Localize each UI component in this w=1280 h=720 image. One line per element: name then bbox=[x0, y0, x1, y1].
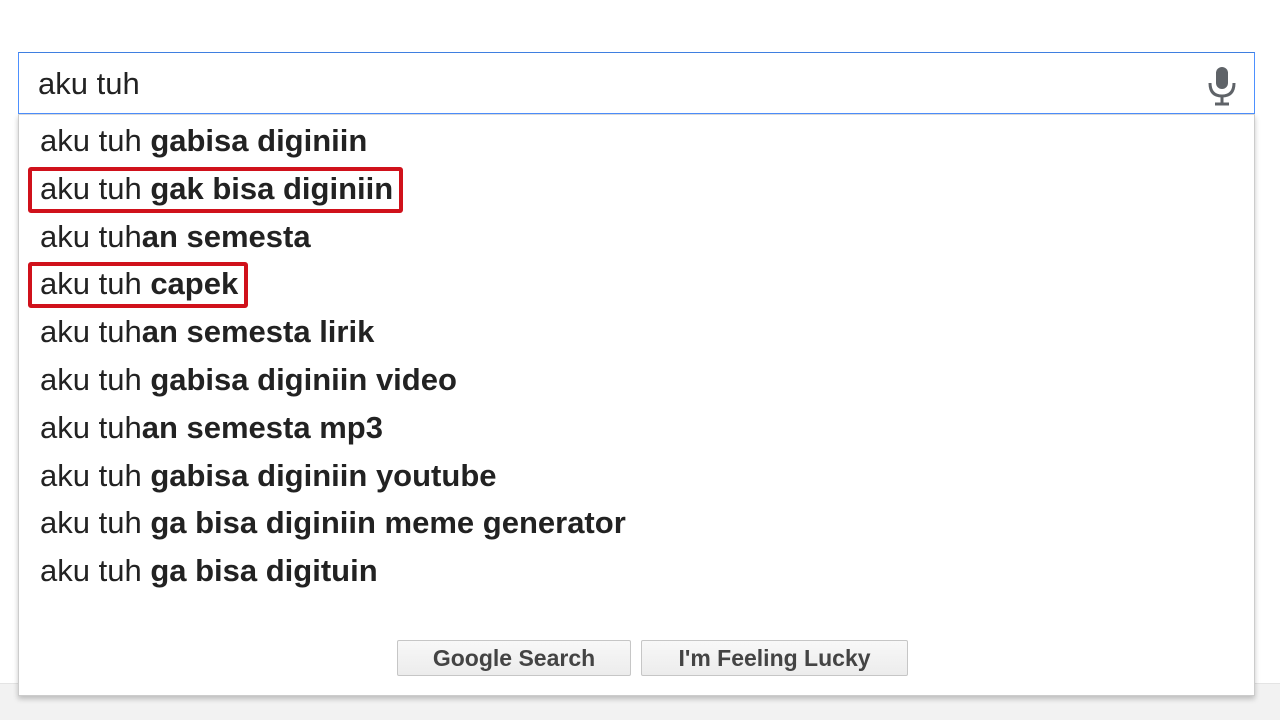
suggestion-item[interactable]: aku tuh gabisa diginiin youtube bbox=[19, 452, 1254, 500]
suggestion-item[interactable]: aku tuh capek bbox=[19, 260, 1254, 309]
page: aku tuh gabisa diginiinaku tuh gak bisa … bbox=[0, 0, 1280, 720]
suggestion-list: aku tuh gabisa diginiin aku tuh gak bisa … bbox=[19, 117, 1254, 595]
suggestion-typed-text: aku tuh bbox=[40, 123, 151, 158]
button-row: Google Search I'm Feeling Lucky bbox=[19, 640, 1254, 676]
suggestion-completion-text: gabisa diginiin bbox=[150, 123, 368, 158]
suggestion-typed-text: aku tuh bbox=[40, 361, 151, 397]
suggestion-completion-text: ga bisa diginiin meme generator bbox=[150, 505, 626, 541]
search-box[interactable] bbox=[18, 52, 1255, 114]
suggestion-completion-text: an semesta lirik bbox=[141, 314, 375, 350]
feeling-lucky-button[interactable]: I'm Feeling Lucky bbox=[641, 640, 908, 676]
suggestion-typed-text: aku tuh bbox=[40, 266, 151, 302]
google-search-button[interactable]: Google Search bbox=[397, 640, 631, 676]
suggestion-completion-text: gak bisa diginiin bbox=[150, 170, 394, 206]
suggestion-item[interactable]: aku tuhan semesta mp3 bbox=[19, 404, 1254, 452]
suggestion-typed-text: aku tuh bbox=[40, 170, 151, 206]
suggestion-typed-text: aku tuh bbox=[40, 218, 142, 254]
suggestion-typed-text: aku tuh bbox=[40, 457, 151, 493]
microphone-icon[interactable] bbox=[1204, 65, 1240, 107]
suggestion-completion-text: capek bbox=[150, 266, 239, 302]
suggestion-typed-text: aku tuh bbox=[40, 409, 142, 445]
suggestion-typed-text: aku tuh bbox=[40, 314, 142, 350]
suggestion-item[interactable]: aku tuh ga bisa digituin bbox=[19, 547, 1254, 595]
search-input[interactable] bbox=[38, 63, 1188, 105]
suggestion-completion-text: ga bisa digituin bbox=[150, 553, 378, 589]
suggestion-typed-text: aku tuh bbox=[40, 553, 151, 589]
suggestion-completion-text: gabisa diginiin video bbox=[150, 361, 457, 397]
suggestion-item[interactable]: aku tuhan semesta bbox=[19, 213, 1254, 261]
suggestion-item[interactable]: aku tuhan semesta lirik bbox=[19, 308, 1254, 356]
suggestion-item[interactable]: aku tuh gak bisa diginiin bbox=[19, 165, 1254, 213]
suggestion-typed-text: aku tuh bbox=[40, 505, 151, 541]
suggestion-item[interactable]: aku tuh gabisa diginiin video bbox=[19, 356, 1254, 404]
suggestion-item[interactable]: aku tuh gabisa diginiin bbox=[19, 117, 1254, 165]
suggestion-completion-text: an semesta mp3 bbox=[141, 409, 383, 445]
autocomplete-dropdown: aku tuh gabisa diginiin aku tuh gak bisa … bbox=[18, 114, 1255, 696]
suggestion-completion-text: an semesta bbox=[141, 218, 311, 254]
suggestion-item[interactable]: aku tuh ga bisa diginiin meme generator bbox=[19, 499, 1254, 547]
suggestion-completion-text: gabisa diginiin youtube bbox=[150, 457, 497, 493]
